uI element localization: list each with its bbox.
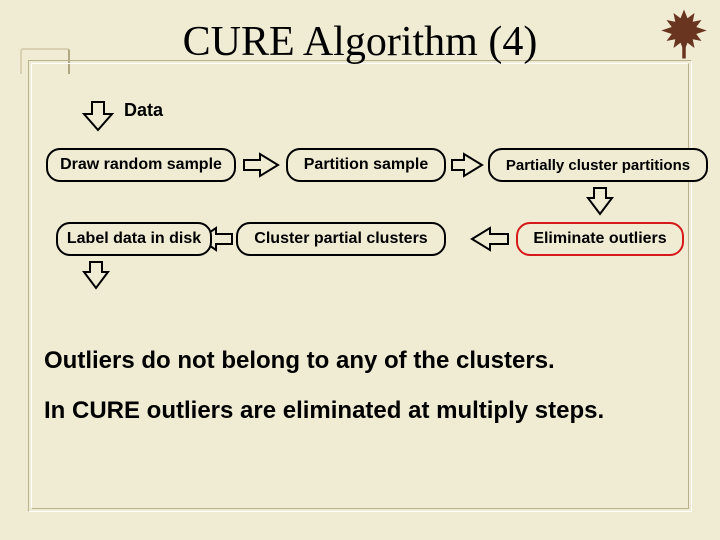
arrow-down-icon <box>78 100 118 134</box>
node-label-disk: Label data in disk <box>56 222 212 256</box>
arrow-right-icon <box>450 150 486 180</box>
node-partition-sample: Partition sample <box>286 148 446 182</box>
data-label: Data <box>124 100 163 121</box>
arrow-left-icon <box>466 224 510 254</box>
body-line-1: Outliers do not belong to any of the clu… <box>44 346 684 376</box>
node-draw-sample: Draw random sample <box>46 148 236 182</box>
slide-title: CURE Algorithm (4) <box>0 18 720 66</box>
node-cluster-partial: Cluster partial clusters <box>236 222 446 256</box>
node-partial-cluster: Partially cluster partitions <box>488 148 708 182</box>
arrow-right-icon <box>242 150 282 180</box>
body-line-2: In CURE outliers are eliminated at multi… <box>44 396 684 426</box>
content-frame <box>28 60 692 512</box>
node-eliminate-outliers: Eliminate outliers <box>516 222 684 256</box>
arrow-down-icon <box>582 186 618 218</box>
arrow-down-icon <box>78 260 114 292</box>
